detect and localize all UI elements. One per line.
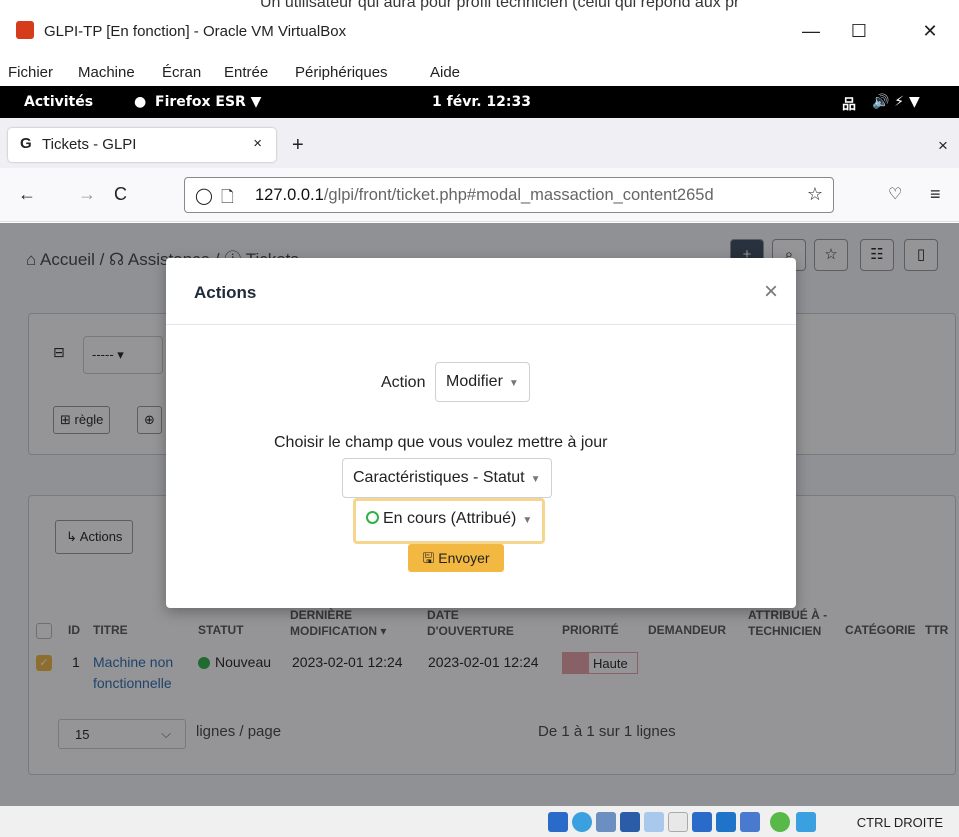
vbox-status-bar: CTRL DROITE	[0, 806, 959, 837]
shield-icon[interactable]: ◯	[195, 186, 213, 206]
action-label: Action	[381, 374, 426, 391]
video-capture-icon[interactable]	[716, 812, 736, 832]
url-bar[interactable]: ◯ 🗋 127.0.0.1/glpi/front/ticket.php#moda…	[184, 177, 834, 213]
close-window-button[interactable]: ✕	[915, 18, 945, 44]
chevron-down-icon: ▼	[530, 474, 541, 485]
app-menu-button[interactable]: ≡	[930, 184, 941, 205]
menu-peripheriques[interactable]: Périphériques	[295, 64, 388, 81]
field-select[interactable]: Caractéristiques - Statut ▼	[342, 458, 552, 498]
clock[interactable]: 1 févr. 12:33	[432, 94, 531, 110]
firefox-icon: ●	[134, 94, 147, 110]
keyboard-capture-icon[interactable]	[796, 812, 816, 832]
activities-button[interactable]: Activités	[24, 94, 93, 110]
new-tab-button[interactable]: +	[292, 134, 304, 157]
submit-button[interactable]: 🖫 Envoyer	[408, 544, 504, 572]
firefox-tab-strip: G Tickets - GLPI × + ×	[0, 118, 959, 168]
mouse-integration-icon[interactable]	[770, 812, 790, 832]
window-title: GLPI-TP [En fonction] - Oracle VM Virtua…	[44, 23, 347, 40]
modal-divider	[166, 324, 796, 325]
field-label: Choisir le champ que vous voulez mettre …	[274, 434, 608, 451]
virtualbox-logo-icon	[16, 21, 34, 39]
vbox-menu-bar: Fichier Machine Écran Entrée Périphériqu…	[0, 58, 959, 86]
network-adapter-icon[interactable]	[620, 812, 640, 832]
back-button[interactable]: ←	[18, 184, 36, 205]
pocket-icon[interactable]: ♡	[888, 184, 902, 204]
menu-ecran[interactable]: Écran	[162, 64, 201, 81]
app-menu[interactable]: Firefox ESR ▼	[155, 94, 261, 110]
close-all-icon[interactable]: ×	[938, 136, 948, 156]
maximize-button[interactable]: ☐	[844, 18, 874, 44]
bookmark-star-icon[interactable]: ☆	[807, 184, 823, 205]
modal-close-icon[interactable]: ×	[764, 278, 778, 306]
menu-entree[interactable]: Entrée	[224, 64, 268, 81]
chevron-down-icon: ▼	[508, 378, 519, 389]
cpu-icon[interactable]	[740, 812, 760, 832]
gnome-top-bar: Activités ● Firefox ESR ▼ 1 févr. 12:33 …	[0, 86, 959, 118]
glpi-favicon-icon: G	[20, 135, 32, 152]
optical-drive-icon[interactable]	[572, 812, 592, 832]
tab-close-icon[interactable]: ×	[253, 135, 262, 152]
system-tray[interactable]: 🔊 ⚡ ▼	[872, 94, 920, 110]
page-icon[interactable]: 🗋	[221, 186, 234, 213]
menu-machine[interactable]: Machine	[78, 64, 135, 81]
menu-fichier[interactable]: Fichier	[8, 64, 53, 81]
status-select[interactable]: En cours (Attribué) ▼	[353, 498, 546, 544]
menu-aide[interactable]: Aide	[430, 64, 460, 81]
save-icon: 🖫	[422, 550, 435, 566]
modal-title: Actions	[194, 283, 257, 302]
host-key-label: CTRL DROITE	[856, 815, 943, 830]
hdd-icon[interactable]	[548, 812, 568, 832]
shared-folders-icon[interactable]	[668, 812, 688, 832]
audio-icon[interactable]	[596, 812, 616, 832]
action-select[interactable]: Modifier ▼	[435, 362, 530, 402]
tab-tickets-glpi[interactable]: G Tickets - GLPI ×	[8, 128, 276, 162]
reload-button[interactable]: C	[114, 184, 127, 205]
status-assigned-icon	[366, 511, 379, 524]
minimize-button[interactable]: —	[796, 18, 826, 44]
actions-modal: Actions × Action Modifier ▼ Choisir le ch…	[166, 258, 796, 608]
tab-title: Tickets - GLPI	[42, 136, 137, 153]
firefox-nav-bar: ← → C ◯ 🗋 127.0.0.1/glpi/front/ticket.ph…	[0, 168, 959, 222]
url-text[interactable]: 127.0.0.1/glpi/front/ticket.php#modal_ma…	[255, 186, 800, 205]
usb-icon[interactable]	[644, 812, 664, 832]
background-window-text: Un utilisateur qui aura pour profil tech…	[260, 0, 740, 11]
forward-button[interactable]: →	[78, 184, 96, 205]
chevron-down-icon: ▼	[522, 515, 533, 526]
network-icon[interactable]: 品	[842, 94, 856, 114]
display-icon[interactable]	[692, 812, 712, 832]
vbox-title-bar: Un utilisateur qui aura pour profil tech…	[0, 0, 959, 58]
